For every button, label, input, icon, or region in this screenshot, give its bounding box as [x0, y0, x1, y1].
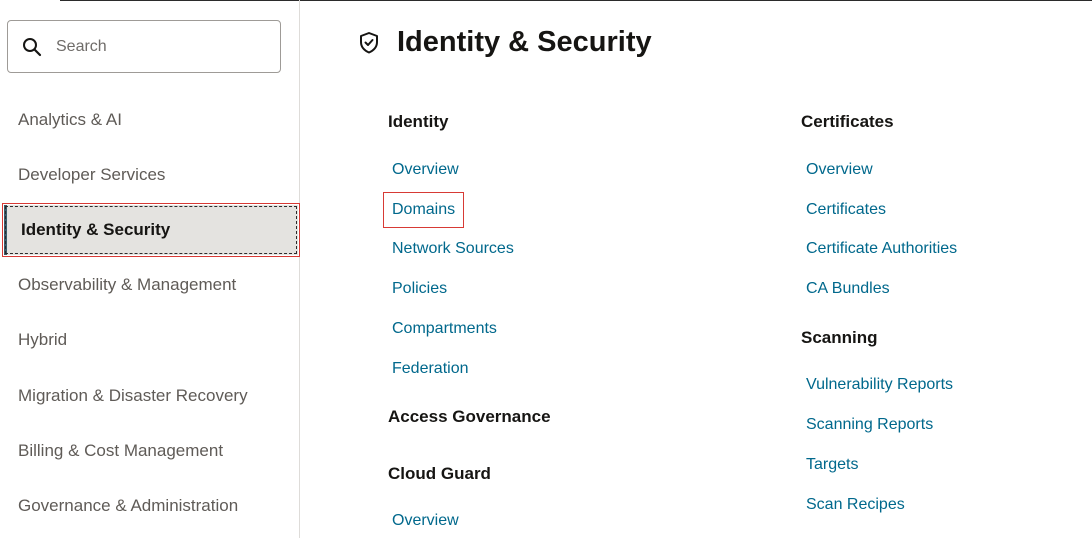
sidebar-item-developer-services[interactable]: Developer Services — [0, 148, 300, 202]
sidebar-item-label: Hybrid — [18, 330, 68, 349]
section-title-identity: Identity — [388, 112, 449, 131]
search-box[interactable] — [7, 20, 281, 73]
section-title-cloud-guard: Cloud Guard — [388, 464, 491, 483]
link-certificates-certificates[interactable]: Certificates — [806, 201, 886, 219]
section-title-certificates: Certificates — [801, 112, 894, 131]
link-identity-compartments[interactable]: Compartments — [392, 320, 497, 338]
sidebar-item-label: Billing & Cost Management — [18, 441, 224, 460]
link-identity-overview[interactable]: Overview — [392, 161, 459, 179]
link-scanning-scan-recipes[interactable]: Scan Recipes — [806, 496, 905, 514]
link-scanning-vulnerability-reports[interactable]: Vulnerability Reports — [806, 376, 953, 394]
sidebar-item-label: Observability & Management — [18, 275, 237, 294]
link-identity-network-sources[interactable]: Network Sources — [392, 240, 514, 258]
sidebar-item-label: Governance & Administration — [18, 496, 239, 515]
sidebar-item-hybrid[interactable]: Hybrid — [0, 313, 300, 367]
sidebar-item-label: Identity & Security — [21, 220, 171, 239]
search-input[interactable] — [54, 36, 258, 57]
link-identity-federation[interactable]: Federation — [392, 360, 469, 378]
link-identity-domains[interactable]: Domains — [382, 192, 465, 228]
link-certificates-ca-bundles[interactable]: CA Bundles — [806, 280, 890, 298]
section-title-scanning: Scanning — [801, 328, 878, 347]
page-header: Identity & Security — [356, 26, 652, 59]
page-title: Identity & Security — [397, 26, 652, 58]
sidebar-item-label: Migration & Disaster Recovery — [18, 386, 248, 405]
sidebar-item-label: Analytics & AI — [18, 110, 122, 129]
link-scanning-targets[interactable]: Targets — [806, 456, 858, 474]
link-certificates-overview[interactable]: Overview — [806, 161, 873, 179]
link-scanning-scanning-reports[interactable]: Scanning Reports — [806, 416, 933, 434]
sidebar-item-identity-security[interactable]: Identity & Security — [2, 203, 300, 257]
section-title-access-governance[interactable]: Access Governance — [388, 407, 551, 427]
sidebar-item-billing-cost-management[interactable]: Billing & Cost Management — [0, 424, 300, 478]
link-cloud-guard-overview[interactable]: Overview — [392, 512, 459, 530]
sidebar-item-observability-management[interactable]: Observability & Management — [0, 258, 300, 312]
category-sidebar: Analytics & AI Developer Services Identi… — [0, 0, 300, 538]
sidebar-item-analytics-ai[interactable]: Analytics & AI — [0, 93, 300, 147]
search-icon — [20, 35, 44, 59]
sidebar-item-governance-administration[interactable]: Governance & Administration — [0, 479, 300, 533]
link-certificates-certificate-authorities[interactable]: Certificate Authorities — [806, 240, 957, 258]
sidebar-item-label: Developer Services — [18, 165, 166, 184]
sidebar-item-migration-disaster-recovery[interactable]: Migration & Disaster Recovery — [0, 369, 300, 423]
shield-check-icon — [356, 30, 382, 56]
link-identity-policies[interactable]: Policies — [392, 280, 447, 298]
